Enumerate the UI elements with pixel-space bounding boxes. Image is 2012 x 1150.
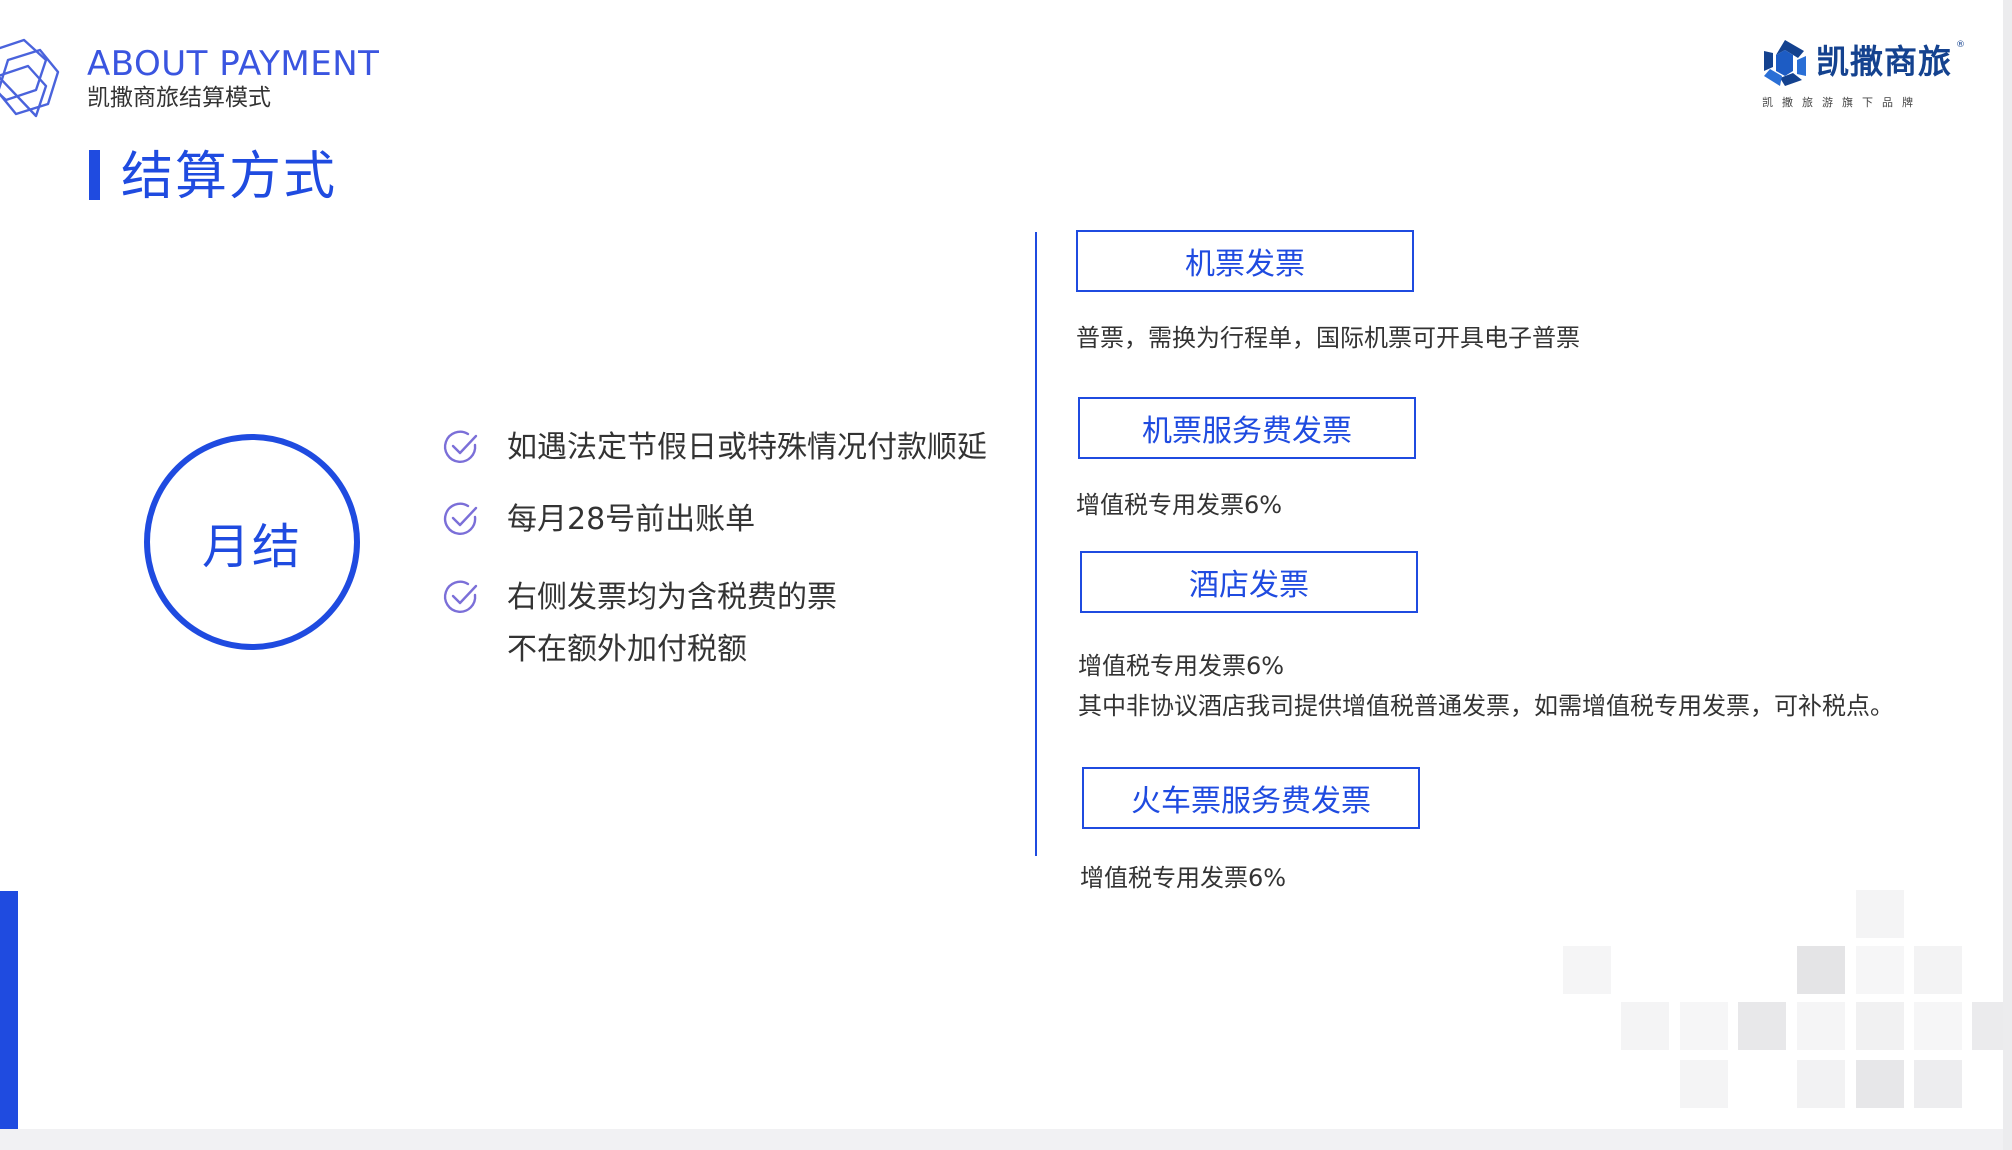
checklist-item-continued: 不在额外加付税额	[507, 632, 747, 667]
checklist-item: 右侧发票均为含税费的票	[507, 580, 837, 615]
title-accent-bar	[89, 150, 100, 200]
brand-name: 凯撒商旅	[1816, 42, 1952, 81]
checklist-item: 每月28号前出账单	[507, 502, 756, 537]
about-title: ABOUT PAYMENT	[87, 44, 380, 84]
invoice-desc: 普票，需换为行程单，国际机票可开具电子普票	[1076, 324, 1580, 352]
invoice-desc-note: 其中非协议酒店我司提供增值税普通发票，如需增值税专用发票，可补税点。	[1078, 692, 1894, 720]
bottom-band	[0, 1129, 2012, 1150]
invoice-type-air-ticket: 机票发票	[1076, 230, 1414, 292]
invoice-type-hotel: 酒店发票	[1080, 551, 1418, 613]
right-edge-band	[2003, 0, 2012, 1150]
invoice-desc: 增值税专用发票6%	[1076, 491, 1283, 519]
checklist-item: 如遇法定节假日或特殊情况付款顺延	[507, 430, 987, 465]
invoice-desc: 增值税专用发票6%	[1078, 652, 1285, 680]
about-subtitle: 凯撒商旅结算模式	[87, 85, 271, 111]
kaisa-brand-mark-icon	[1764, 40, 1806, 86]
invoice-type-air-service-fee: 机票服务费发票	[1078, 397, 1416, 459]
vertical-divider	[1035, 232, 1037, 856]
check-circle-icon	[443, 430, 478, 463]
check-circle-icon	[443, 502, 478, 535]
invoice-desc: 增值税专用发票6%	[1080, 864, 1287, 892]
brand-tagline: 凯撒旅游旗下品牌	[1762, 96, 1922, 109]
left-accent-stripe	[0, 891, 18, 1129]
check-circle-icon	[443, 580, 478, 613]
invoice-type-train-service-fee: 火车票服务费发票	[1082, 767, 1420, 829]
monthly-circle-label: 月结	[201, 519, 302, 575]
section-title: 结算方式	[121, 147, 338, 207]
brand-logo: 凯撒商旅 ® 凯撒旅游旗下品牌	[1762, 38, 1965, 114]
hexagon-outline-logo-icon	[0, 38, 60, 118]
registered-mark: ®	[1956, 40, 1965, 50]
